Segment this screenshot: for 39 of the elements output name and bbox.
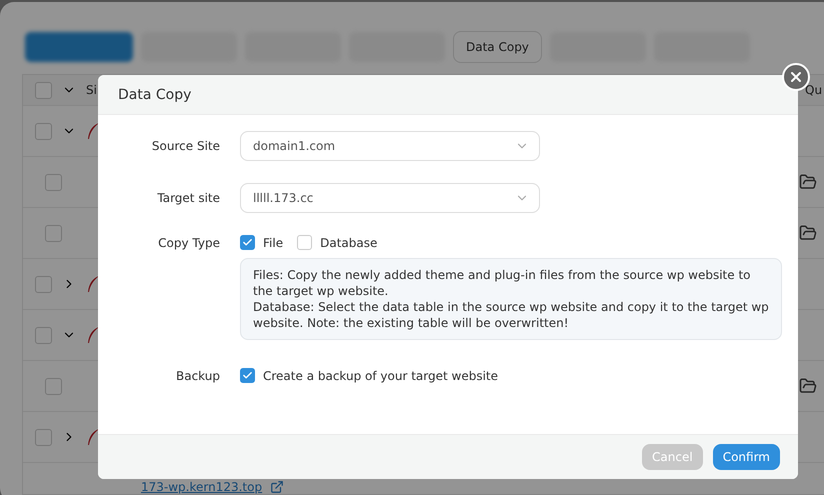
checkbox[interactable] — [240, 235, 255, 250]
checkbox[interactable] — [45, 174, 62, 190]
checkbox-label: Database — [320, 236, 378, 250]
checkbox[interactable] — [35, 122, 52, 140]
field-label: Backup — [175, 368, 220, 382]
check-icon — [242, 370, 253, 381]
description-text: Database: Select the data table in the source wp website and copy it to the target wp website. Note: the existing table will be overwritten! — [253, 299, 769, 331]
column-header: Qu — [805, 83, 822, 97]
quill-icon — [86, 275, 100, 293]
site-link[interactable]: 173-wp.kern123.top — [141, 480, 262, 494]
field-label: Source Site — [150, 139, 220, 153]
checkbox-label: Create a backup of your target website — [263, 368, 498, 382]
checkbox[interactable] — [45, 224, 62, 242]
confirm-button[interactable]: Confirm — [712, 444, 780, 470]
field-label: Copy Type — [157, 236, 220, 250]
dialog-title: Data Copy — [118, 86, 192, 102]
external-link-icon[interactable] — [270, 480, 284, 494]
checkbox-label: File — [263, 236, 284, 250]
quill-icon — [86, 326, 100, 344]
toolbar-button[interactable]: Data Copy — [453, 31, 542, 63]
checkbox[interactable] — [35, 82, 52, 98]
quill-icon — [86, 122, 100, 140]
folder-icon[interactable] — [799, 377, 817, 395]
description-text: Files: Copy the newly added theme and plug-in files from the source wp website to the target wp website. — [253, 267, 752, 299]
folder-icon[interactable] — [799, 173, 817, 191]
quill-icon — [86, 428, 100, 446]
checkbox[interactable] — [45, 378, 62, 394]
checkbox[interactable] — [35, 276, 52, 292]
source-site-select[interactable]: domain1.com — [240, 131, 540, 161]
checkbox[interactable] — [35, 326, 52, 344]
field-label: Target site — [156, 191, 220, 205]
checkbox[interactable] — [240, 368, 255, 383]
target-site-select[interactable]: lllll.173.cc — [240, 183, 540, 213]
check-icon — [242, 237, 253, 248]
column-header: Si — [86, 83, 97, 97]
folder-icon[interactable] — [799, 224, 817, 242]
checkbox[interactable] — [35, 428, 52, 446]
checkbox[interactable] — [297, 235, 312, 250]
close-icon — [788, 69, 804, 85]
